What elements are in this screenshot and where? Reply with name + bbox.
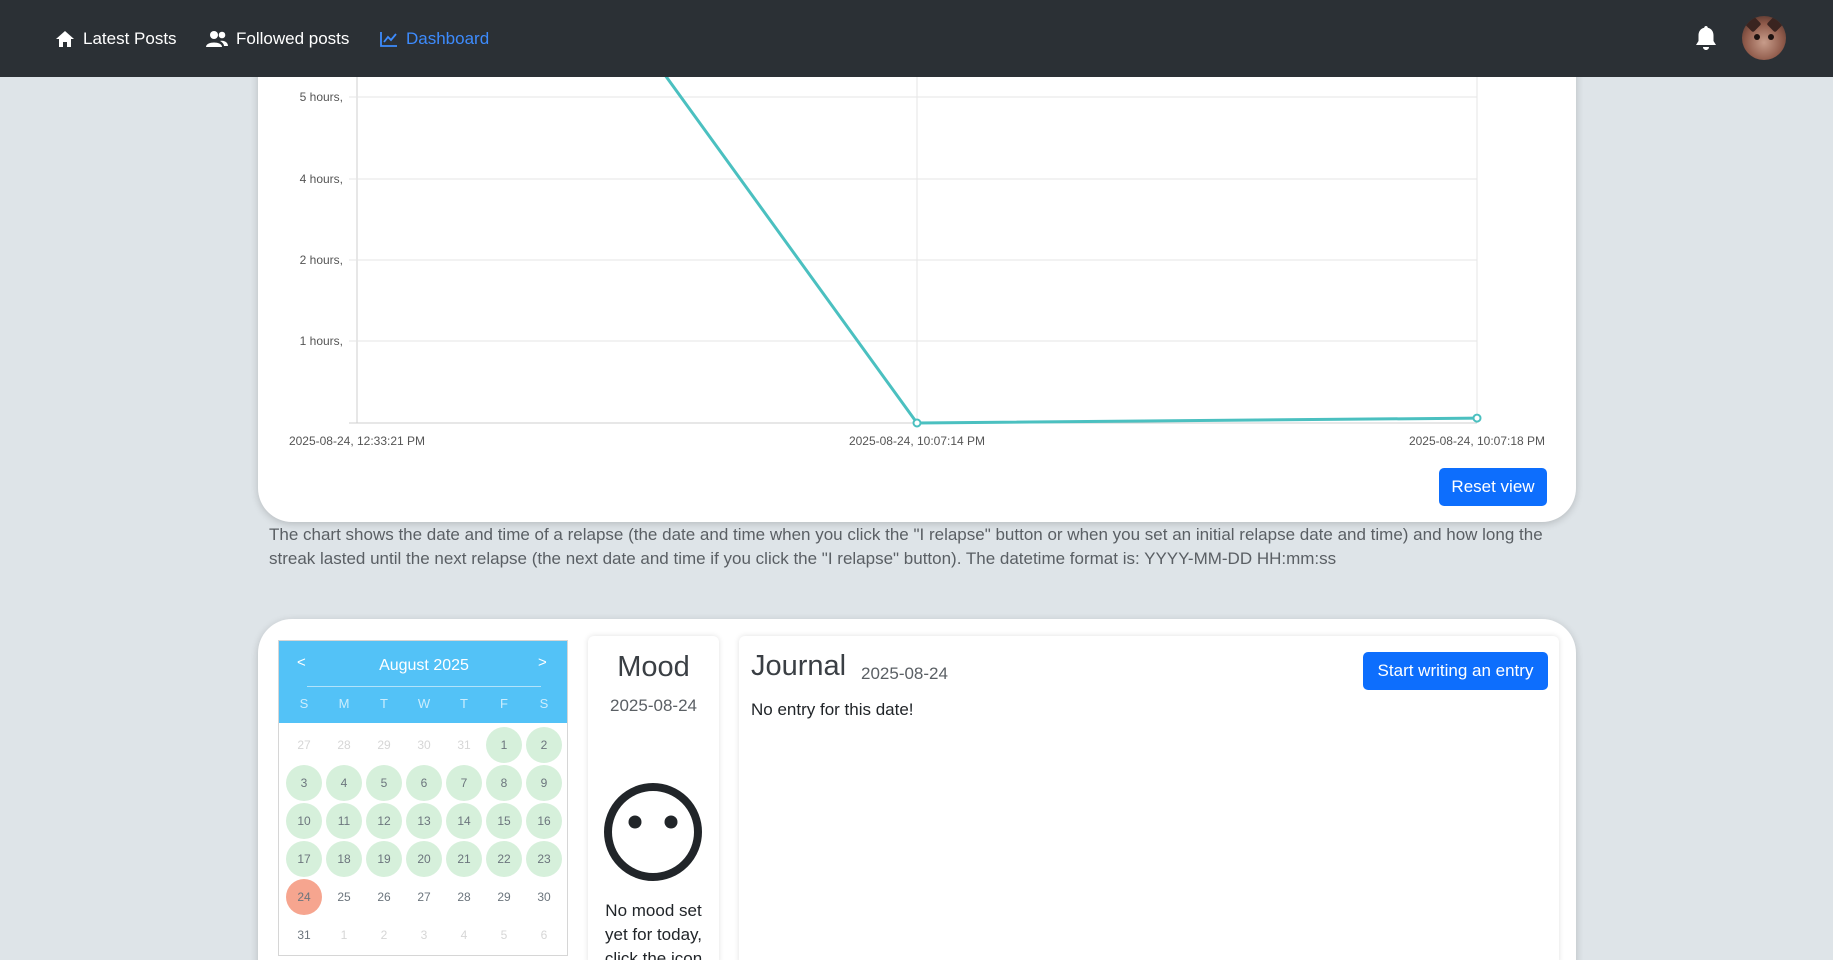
journal-panel: Journal 2025-08-24 Start writing an entr… [739, 636, 1559, 960]
calendar-day[interactable]: 17 [286, 841, 322, 877]
journal-title: Journal [751, 650, 847, 682]
chart-line-icon [380, 31, 397, 47]
calendar-day[interactable]: 10 [286, 803, 322, 839]
calendar-day[interactable]: 18 [326, 841, 362, 877]
calendar-day[interactable]: 30 [526, 879, 562, 915]
chart-description: The chart shows the date and time of a r… [269, 525, 1543, 568]
calendar-day[interactable]: 27 [286, 727, 322, 763]
calendar-header: < August 2025 > S M T W T F S [279, 641, 567, 723]
nav-dashboard-label: Dashboard [406, 28, 490, 48]
calendar-day[interactable]: 13 [406, 803, 442, 839]
y-tick-label: 2 hours, [300, 253, 343, 267]
weekday-label: W [417, 696, 431, 711]
calendar-day[interactable]: 28 [326, 727, 362, 763]
calendar-day[interactable]: 4 [326, 765, 362, 801]
calendar-day[interactable]: 6 [526, 917, 562, 953]
calendar-day[interactable]: 29 [366, 727, 402, 763]
data-point [1472, 413, 1482, 423]
calendar-day[interactable]: 15 [486, 803, 522, 839]
calendar-day[interactable]: 21 [446, 841, 482, 877]
calendar-day[interactable]: 29 [486, 879, 522, 915]
calendar-day[interactable]: 14 [446, 803, 482, 839]
calendar-day[interactable]: 9 [526, 765, 562, 801]
calendar-day[interactable]: 3 [286, 765, 322, 801]
weekday-label: S [539, 696, 549, 711]
weekday-label: F [500, 696, 508, 711]
journal-empty-text: No entry for this date! [751, 700, 914, 719]
avatar[interactable] [1742, 16, 1786, 60]
journal-date: 2025-08-24 [861, 664, 948, 683]
calendar-day[interactable]: 22 [486, 841, 522, 877]
x-tick-label: 2025-08-24, 12:33:21 PM [289, 434, 425, 448]
top-navbar: Latest Posts Followed posts Dashboard [0, 0, 1833, 77]
streak-line-chart[interactable]: 5 hours, 4 hours, 2 hours, 1 hours, 2025-08-… [258, 20, 1576, 460]
x-tick-label: 2025-08-24, 10:07:18 PM [1409, 434, 1545, 448]
weekday-label: T [460, 696, 468, 711]
data-point [912, 418, 922, 428]
calendar-day[interactable]: 25 [326, 879, 362, 915]
calendar-day[interactable]: 1 [486, 727, 522, 763]
calendar-day[interactable]: 7 [446, 765, 482, 801]
mood-empty-text: No mood set yet for today, click the ico… [604, 901, 703, 960]
weekday-label: S [299, 696, 309, 711]
nav-followed-posts-label: Followed posts [236, 28, 350, 48]
calendar-day[interactable]: 31 [446, 727, 482, 763]
calendar-day[interactable]: 20 [406, 841, 442, 877]
calendar-day[interactable]: 11 [326, 803, 362, 839]
nav-latest-posts-label: Latest Posts [83, 28, 177, 48]
calendar-day[interactable]: 6 [406, 765, 442, 801]
users-icon [206, 30, 228, 47]
calendar-day[interactable]: 23 [526, 841, 562, 877]
y-tick-label: 1 hours, [300, 334, 343, 348]
mood-panel: Mood 2025-08-24 No mood set yet for toda… [588, 636, 719, 960]
calendar-day[interactable]: 2 [366, 917, 402, 953]
start-writing-entry-button[interactable]: Start writing an entry [1363, 652, 1548, 690]
calendar-day[interactable]: 28 [446, 879, 482, 915]
calendar-day[interactable]: 31 [286, 917, 322, 953]
nav-dashboard[interactable]: Dashboard [380, 0, 489, 77]
calendar-day[interactable]: 19 [366, 841, 402, 877]
calendar-day[interactable]: 4 [446, 917, 482, 953]
home-icon [56, 30, 74, 47]
calendar-day[interactable]: 1 [326, 917, 362, 953]
calendar-day[interactable]: 5 [366, 765, 402, 801]
calendar-day[interactable]: 16 [526, 803, 562, 839]
calendar-day[interactable]: 5 [486, 917, 522, 953]
weekday-label: T [380, 696, 388, 711]
calendar-day[interactable]: 8 [486, 765, 522, 801]
calendar-day[interactable]: 30 [406, 727, 442, 763]
calendar: < August 2025 > S M T W T F S 27 28 29 30 31… [278, 640, 568, 956]
reset-view-button[interactable]: Reset view [1439, 468, 1547, 506]
calendar-next-button[interactable]: > [538, 654, 547, 671]
calendar-day[interactable]: 2 [526, 727, 562, 763]
neutral-face-icon[interactable] [602, 781, 704, 883]
y-tick-label: 5 hours, [300, 90, 343, 104]
y-tick-label: 4 hours, [300, 172, 343, 186]
x-tick-label: 2025-08-24, 10:07:14 PM [849, 434, 985, 448]
weekday-label: M [338, 696, 350, 711]
nav-latest-posts[interactable]: Latest Posts [55, 0, 177, 77]
mood-title: Mood [617, 651, 690, 683]
calendar-day[interactable]: 12 [366, 803, 402, 839]
calendar-day[interactable]: 3 [406, 917, 442, 953]
calendar-day[interactable]: 27 [406, 879, 442, 915]
streak-chart-card: 5 hours, 4 hours, 2 hours, 1 hours, 2025-08-… [258, 20, 1576, 522]
calendar-day-today[interactable]: 24 [286, 879, 322, 915]
mood-date: 2025-08-24 [610, 696, 697, 715]
nav-followed-posts[interactable]: Followed posts [206, 0, 349, 77]
calendar-month-title: August 2025 [379, 657, 469, 674]
bell-icon[interactable] [1694, 25, 1718, 51]
calendar-day[interactable]: 26 [366, 879, 402, 915]
